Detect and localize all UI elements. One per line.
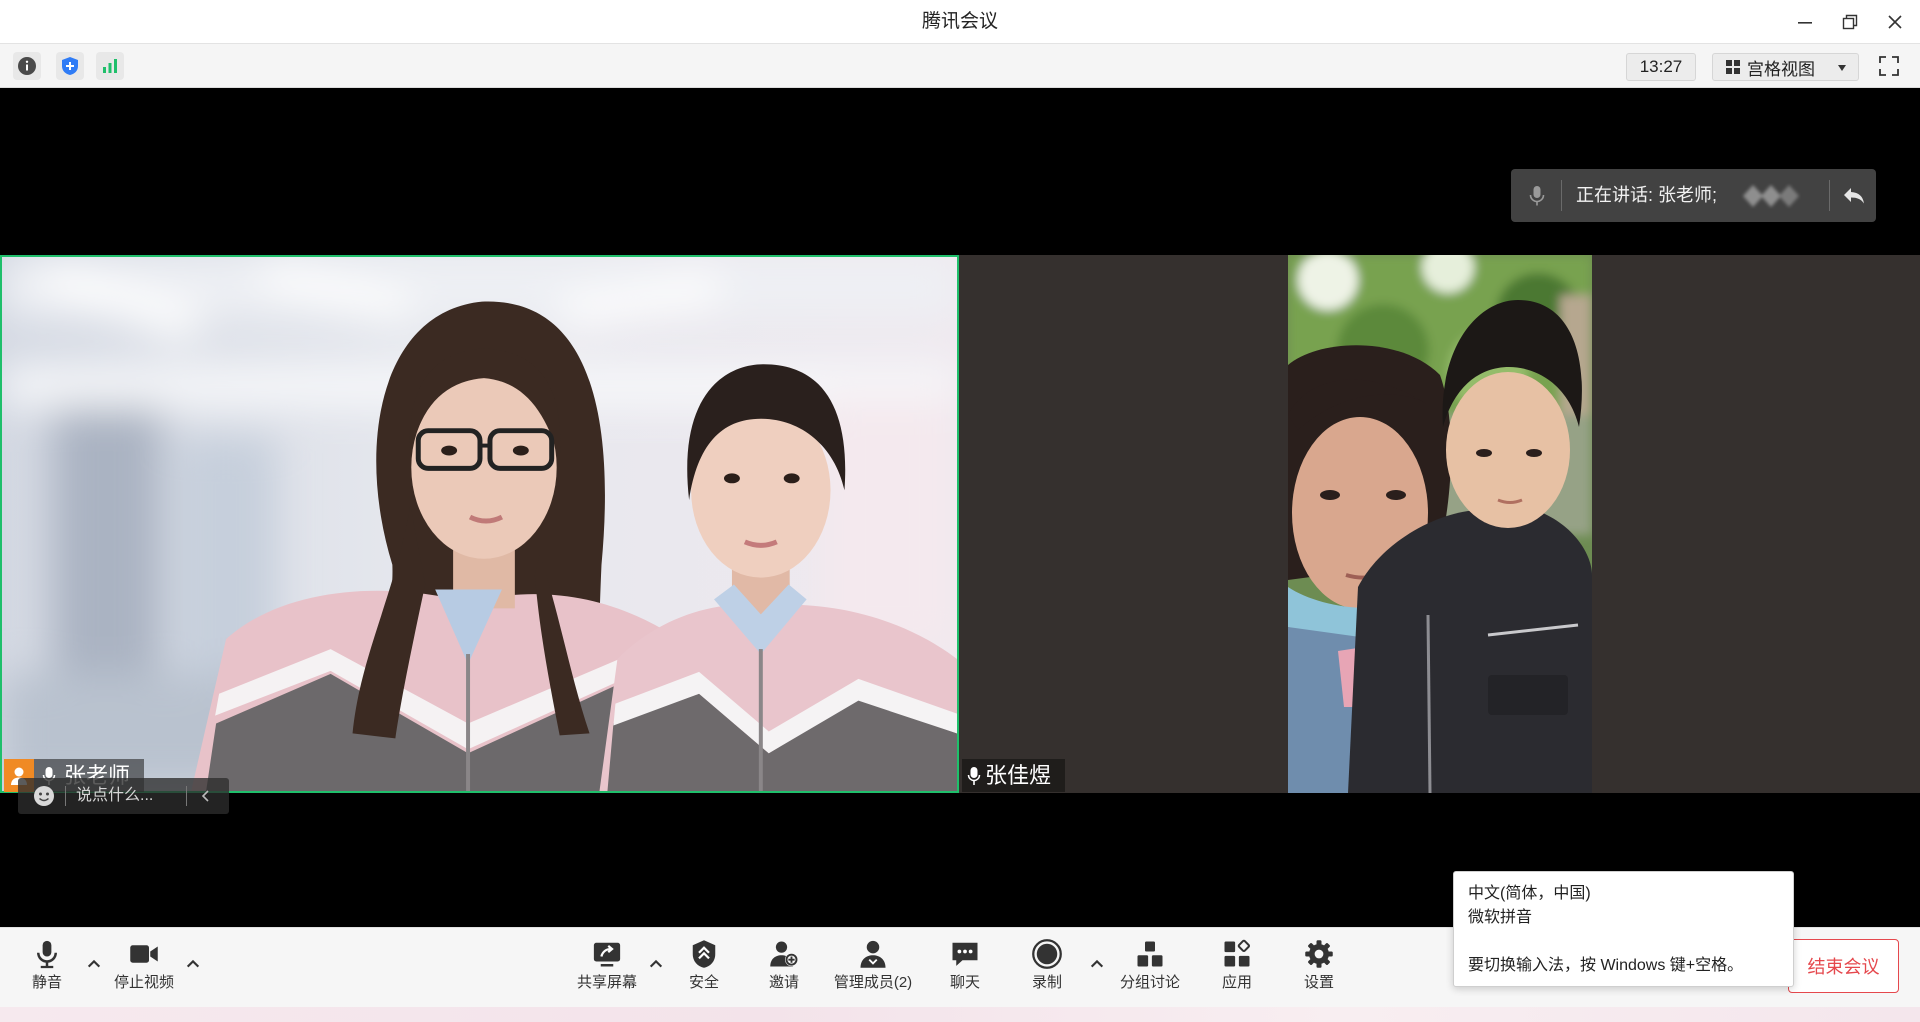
settings-button[interactable]: 设置: [1259, 927, 1379, 1007]
network-status-button[interactable]: [96, 52, 124, 80]
reply-arrow-icon: [1844, 188, 1864, 204]
fullscreen-button[interactable]: [1878, 55, 1900, 77]
collapse-indicator-button[interactable]: [1841, 183, 1867, 209]
fullscreen-icon: [1879, 56, 1899, 76]
quick-chat-input[interactable]: [76, 781, 180, 811]
participant-video-feed: [2, 257, 957, 791]
info-icon: [18, 57, 36, 75]
settings-label: 设置: [1303, 974, 1334, 991]
chat-bubble-icon: [952, 942, 978, 966]
ime-name: 微软拼音: [1468, 909, 1533, 926]
divider: [1561, 180, 1562, 211]
divider: [186, 786, 187, 806]
end-meeting-button[interactable]: 结束会议: [1788, 939, 1899, 993]
end-meeting-label: 结束会议: [1807, 957, 1880, 977]
ime-switch-hint: 要切换输入法，按 Windows 键+空格。: [1468, 957, 1744, 974]
smiley-icon[interactable]: [33, 785, 55, 807]
video-tile-participant[interactable]: [959, 255, 1920, 793]
security-shield-icon: [62, 57, 78, 75]
members-icon: [860, 940, 886, 968]
speaking-indicator: 正在讲话: 张老师;: [1511, 169, 1876, 222]
microphone-icon: [1529, 186, 1545, 206]
stop-video-label: 停止视频: [113, 974, 174, 991]
grid-view-icon: [1726, 60, 1740, 74]
security-shield-icon: [692, 940, 716, 968]
close-button[interactable]: [1880, 8, 1910, 36]
microphone-icon: [967, 767, 981, 785]
gear-icon: [1305, 940, 1333, 968]
redacted-speaker-names: [1743, 185, 1799, 207]
window-title: 腾讯会议: [921, 11, 998, 32]
meeting-status-bar: 13:27 宫格视图: [0, 44, 1920, 88]
close-icon: [1888, 15, 1902, 29]
speaking-text: 正在讲话: 张老师;: [1576, 185, 1718, 205]
title-bar: 腾讯会议: [0, 0, 1920, 44]
tencent-meeting-window: 腾讯会议 13:27 宫格视图 正在讲话: 张老师; 张老师 说点什么... 张…: [0, 0, 1920, 1022]
divider: [65, 786, 66, 806]
restore-icon: [1842, 14, 1858, 30]
minimize-icon: [1798, 22, 1812, 24]
meeting-time-text: 13:27: [1639, 57, 1683, 76]
breakout-rooms-icon: [1137, 941, 1163, 967]
dropdown-arrow-icon: [1838, 65, 1846, 71]
invite-user-icon: [770, 941, 798, 967]
ime-language: 中文(简体，中国): [1468, 885, 1591, 902]
participant-name: 张佳煜: [985, 763, 1052, 788]
participant-video-feed: [1288, 255, 1592, 793]
security-status-button[interactable]: [56, 52, 84, 80]
view-mode-dropdown[interactable]: 宫格视图: [1712, 53, 1859, 81]
quick-chat-bar: [18, 778, 229, 814]
desktop-background-strip: [0, 1007, 1920, 1022]
record-icon: [1032, 939, 1062, 969]
participant-name-label: 张佳煜: [962, 759, 1065, 792]
microphone-icon: [37, 940, 57, 969]
restore-button[interactable]: [1835, 8, 1865, 36]
network-signal-icon: [103, 59, 117, 73]
view-mode-label: 宫格视图: [1747, 59, 1815, 79]
meeting-duration: 13:27: [1626, 53, 1696, 81]
chevron-left-icon[interactable]: [199, 789, 213, 803]
meeting-info-button[interactable]: [13, 52, 41, 80]
share-screen-icon: [593, 942, 621, 967]
camera-icon: [130, 945, 158, 963]
video-options-chevron-icon[interactable]: [185, 956, 201, 972]
divider: [1829, 180, 1830, 211]
apps-icon: [1224, 939, 1251, 967]
input-method-tooltip: 中文(简体，中国) 微软拼音 要切换输入法，按 Windows 键+空格。: [1453, 871, 1794, 987]
video-tile-active-speaker[interactable]: [0, 255, 959, 793]
minimize-button[interactable]: [1790, 8, 1820, 36]
record-label: 录制: [1031, 974, 1062, 991]
